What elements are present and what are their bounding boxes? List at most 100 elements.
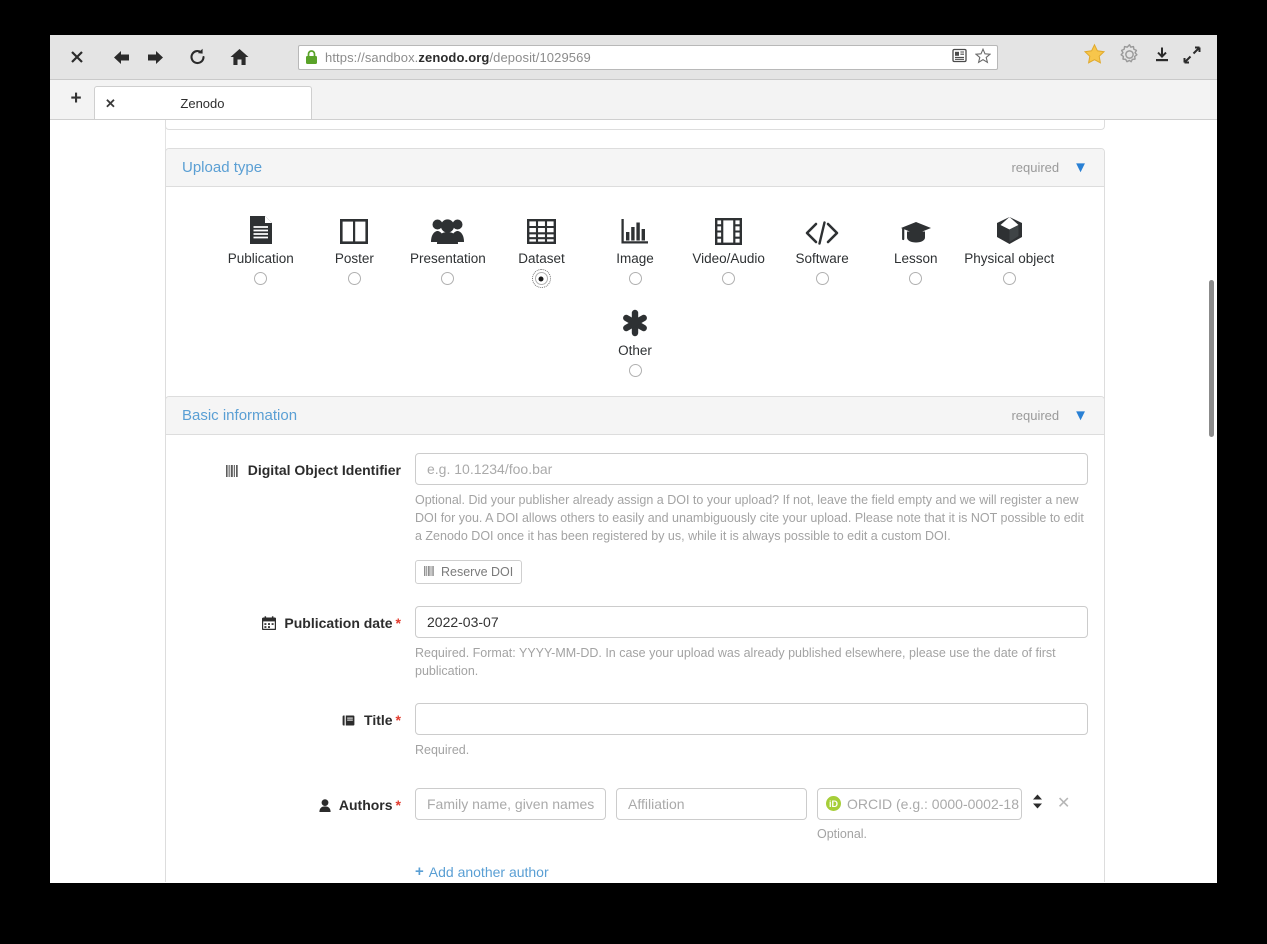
authors-label-text: Authors (338, 796, 393, 813)
add-another-author-link[interactable]: + Add another author (415, 863, 549, 880)
upload-type-label: Video/Audio (692, 251, 765, 266)
table-icon (526, 211, 556, 245)
upload-type-radio-dataset[interactable] (531, 269, 551, 288)
authors-row: Authors * Family name, given names Affili… (182, 787, 1088, 882)
stop-icon[interactable] (60, 40, 94, 74)
barcode-icon (424, 565, 435, 579)
people-icon (431, 211, 465, 245)
fullscreen-icon[interactable] (1183, 46, 1201, 69)
forward-arrow-icon[interactable] (138, 40, 172, 74)
author-orcid-placeholder: ORCID (e.g.: 0000-0002-18 (847, 795, 1019, 812)
graduation-cap-icon (900, 211, 932, 245)
upload-type-option-dataset[interactable]: Dataset (495, 211, 589, 288)
browser-window: https://sandbox.zenodo.org/deposit/10295… (50, 35, 1217, 883)
upload-type-option-presentation[interactable]: Presentation (401, 211, 495, 285)
upload-type-option-image[interactable]: Image (588, 211, 682, 285)
upload-type-label: Presentation (410, 251, 486, 266)
publication-date-label: Publication date * (182, 606, 415, 633)
cube-icon (996, 211, 1023, 245)
poster-icon (340, 211, 369, 245)
bookmark-star-icon[interactable] (974, 47, 992, 67)
sort-icon[interactable] (1032, 794, 1043, 814)
orcid-badge-icon: iD (826, 796, 841, 811)
chevron-down-icon[interactable]: ▼ (1073, 408, 1088, 423)
toolbar-right-icons (1083, 43, 1207, 71)
reserve-doi-label: Reserve DOI (441, 565, 514, 580)
upload-type-option-poster[interactable]: Poster (308, 211, 402, 285)
basic-information-panel: Basic information required ▼ Digital Obj… (165, 396, 1105, 882)
upload-type-radio-physical-object[interactable] (1002, 272, 1016, 285)
upload-type-title: Upload type (182, 159, 263, 176)
title-label: Title * (182, 703, 415, 730)
upload-type-panel: Upload type required ▼ Publication Poste… (165, 148, 1105, 402)
home-icon[interactable] (222, 40, 256, 74)
author-orcid-help: Optional. (817, 826, 868, 841)
tab-title: Zenodo (180, 95, 225, 111)
upload-type-radio-video-audio[interactable] (722, 272, 736, 285)
upload-type-radio-publication[interactable] (254, 272, 268, 285)
plus-icon: + (415, 863, 424, 881)
author-name-input[interactable]: Family name, given names (415, 787, 606, 820)
authors-label: Authors * (182, 788, 415, 815)
upload-type-label: Software (795, 251, 849, 266)
user-icon (318, 798, 331, 815)
tab-close-icon[interactable]: ✕ (105, 97, 116, 110)
page-scrollbar[interactable] (1209, 280, 1214, 437)
upload-type-label: Lesson (893, 251, 938, 266)
publication-date-input[interactable]: 2022-03-07 (415, 606, 1088, 639)
add-another-author-label: Add another author (428, 863, 549, 880)
upload-type-option-publication[interactable]: Publication (214, 211, 308, 285)
author-affiliation-input[interactable]: Affiliation (616, 787, 807, 820)
asterisk-icon (622, 303, 648, 337)
calendar-icon (261, 616, 276, 633)
author-entry: Family name, given names Affiliation iD (415, 787, 1088, 844)
publication-date-label-text: Publication date (284, 615, 393, 632)
doi-label: Digital Object Identifier (182, 453, 415, 480)
upload-type-label: Dataset (518, 251, 565, 266)
remove-author-icon[interactable]: ✕ (1057, 795, 1070, 812)
zenodo-deposit-form: Upload type required ▼ Publication Poste… (50, 120, 1217, 882)
upload-type-option-other[interactable]: Other (174, 303, 1096, 377)
upload-type-header[interactable]: Upload type required ▼ (166, 149, 1104, 187)
publication-date-help-text: Required. Format: YYYY-MM-DD. In case yo… (415, 646, 1056, 678)
upload-type-required-label: required (1011, 160, 1060, 175)
upload-type-option-lesson[interactable]: Lesson (869, 211, 963, 285)
upload-type-radio-lesson[interactable] (909, 272, 923, 285)
new-tab-button[interactable]: + (58, 81, 94, 117)
upload-type-option-video-audio[interactable]: Video/Audio (682, 211, 776, 285)
upload-type-label: Publication (227, 251, 294, 266)
author-orcid-input[interactable]: iD ORCID (e.g.: 0000-0002-18 (817, 787, 1022, 820)
upload-type-option-physical-object[interactable]: Physical object (963, 211, 1057, 285)
upload-type-label: Physical object (964, 251, 1055, 266)
upload-type-radio-software[interactable] (815, 272, 829, 285)
chevron-down-icon[interactable]: ▼ (1073, 160, 1088, 175)
upload-type-radio-image[interactable] (628, 272, 642, 285)
book-icon (342, 714, 355, 730)
doi-row: Digital Object Identifier e.g. 10.1234/f… (182, 453, 1088, 585)
title-label-text: Title (364, 711, 393, 728)
bookmarks-star-icon[interactable] (1083, 43, 1106, 71)
upload-type-label-other: Other (618, 343, 652, 358)
upload-type-options: Publication Poster Presentation Dataset … (174, 197, 1096, 291)
browser-tab[interactable]: ✕ Zenodo (94, 86, 312, 119)
downloads-icon[interactable] (1153, 46, 1171, 69)
url-text: https://sandbox.zenodo.org/deposit/10295… (325, 49, 591, 65)
back-arrow-icon[interactable] (104, 40, 138, 74)
doi-input[interactable]: e.g. 10.1234/foo.bar (415, 453, 1088, 485)
secure-lock-icon (306, 49, 317, 64)
upload-type-radio-other[interactable] (628, 364, 642, 377)
settings-gear-icon[interactable] (1118, 43, 1141, 71)
reader-mode-icon[interactable] (952, 48, 967, 66)
upload-type-radio-presentation[interactable] (441, 272, 455, 285)
upload-type-label: Image (616, 251, 654, 266)
bar-chart-icon (621, 211, 649, 245)
title-input[interactable] (415, 702, 1088, 735)
upload-type-option-software[interactable]: Software (775, 211, 869, 285)
url-bar[interactable]: https://sandbox.zenodo.org/deposit/10295… (298, 44, 998, 70)
reload-icon[interactable] (180, 40, 214, 74)
basic-information-required-label: required (1011, 408, 1060, 423)
doi-help-text: Optional. Did your publisher already ass… (415, 493, 1084, 543)
reserve-doi-button[interactable]: Reserve DOI (415, 560, 523, 585)
upload-type-radio-poster[interactable] (347, 272, 361, 285)
basic-information-header[interactable]: Basic information required ▼ (166, 397, 1104, 435)
